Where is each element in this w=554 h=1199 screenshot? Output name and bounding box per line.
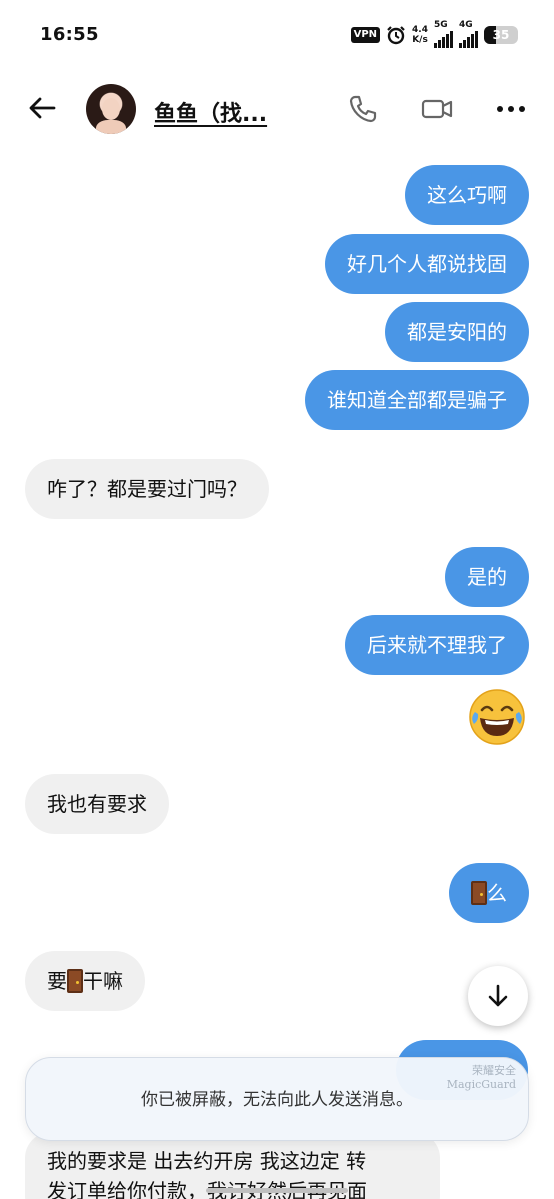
message-outgoing[interactable]: 么 [449,863,529,923]
signal-4g-label: 4G [459,20,473,30]
message-outgoing[interactable]: 是的 [445,547,529,607]
message-outgoing[interactable]: 后来就不理我了 [345,615,529,675]
back-arrow-icon[interactable] [26,92,58,124]
vpn-badge: VPN [350,27,381,43]
scroll-to-bottom-button[interactable] [468,966,528,1026]
message-text: 要 [47,969,67,993]
more-icon[interactable] [494,92,528,126]
status-time: 16:55 [40,24,99,45]
signal-5g-label: 5G [434,20,448,30]
signal-4g-icon: 4G [459,20,478,48]
message-incoming[interactable]: 要干嘛 [25,951,145,1011]
watermark-line1: 荣耀安全 [472,1064,516,1077]
blocked-notice: 你已被屏蔽，无法向此人发送消息。 荣耀安全 MagicGuard [25,1057,529,1141]
status-bar: 16:55 VPN 4.4 K/s 5G 4G 35 [0,0,554,70]
message-outgoing[interactable]: 这么巧啊 [405,165,529,225]
blocked-notice-text: 你已被屏蔽，无法向此人发送消息。 [141,1090,413,1110]
status-icons: VPN 4.4 K/s 5G 4G 35 [350,20,518,48]
network-speed: 4.4 K/s [412,25,428,45]
avatar[interactable] [86,84,136,134]
chat-header: 鱼鱼（找... [0,70,554,150]
signal-5g-icon: 5G [434,20,453,48]
video-icon[interactable] [420,92,454,126]
laughing-emoji-icon[interactable] [468,688,526,746]
message-outgoing[interactable]: 都是安阳的 [385,302,529,362]
arrow-down-icon [488,984,508,1007]
watermark-line2: MagicGuard [446,1078,516,1091]
message-text: 干嘛 [83,969,123,993]
message-text: 我的要求是 出去约开房 我这边定 转 [47,1149,367,1173]
message-outgoing[interactable]: 谁知道全部都是骗子 [305,370,529,430]
speed-unit: K/s [412,35,428,45]
phone-icon[interactable] [346,92,380,126]
message-outgoing[interactable]: 好几个人都说找固 [325,234,529,294]
speed-value: 4.4 [412,25,428,35]
message-incoming[interactable]: 我也有要求 [25,774,169,834]
alarm-icon [387,26,405,45]
message-text: 么 [487,881,507,905]
home-indicator[interactable] [206,1188,348,1193]
message-incoming[interactable]: 咋了？都是要过门吗？ [25,459,269,519]
door-icon [67,969,83,993]
door-icon [471,881,487,905]
battery-icon: 35 [484,26,518,44]
battery-level: 35 [492,28,510,42]
contact-name[interactable]: 鱼鱼（找... [154,96,267,128]
magicguard-watermark: 荣耀安全 MagicGuard [447,1064,516,1092]
